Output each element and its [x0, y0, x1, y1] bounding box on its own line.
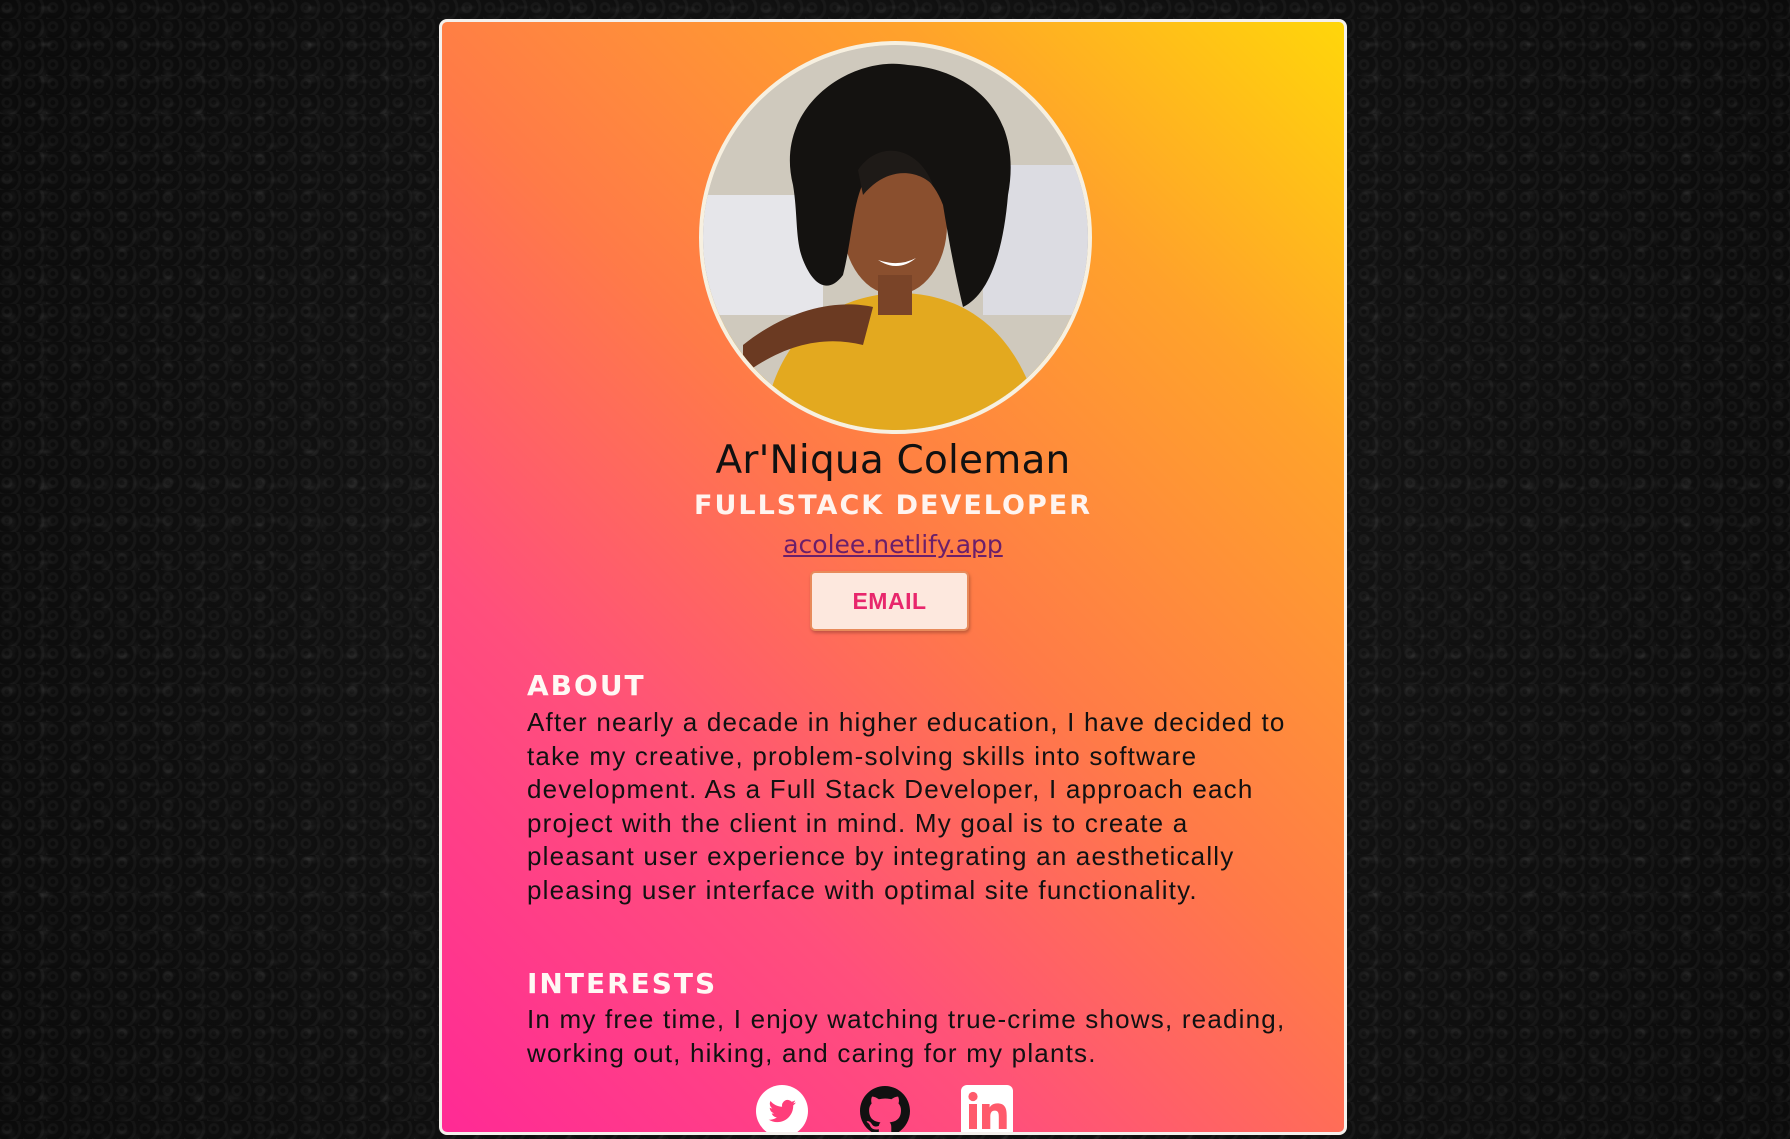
interests-heading: INTERESTS [527, 967, 718, 1000]
interests-text: In my free time, I enjoy watching true-c… [527, 1004, 1286, 1068]
profile-role: FULLSTACK DEVELOPER [694, 490, 1092, 521]
about-heading: ABOUT [527, 669, 646, 702]
profile-photo [699, 41, 1092, 434]
email-button[interactable]: EMAIL [810, 571, 969, 631]
linkedin-icon [961, 1085, 1013, 1132]
website-link[interactable]: acolee.netlify.app [442, 531, 1344, 559]
profile-name: Ar'Niqua Coleman [715, 438, 1071, 483]
twitter-icon [756, 1085, 808, 1132]
about-text: After nearly a decade in higher educatio… [527, 707, 1286, 905]
linkedin-link[interactable] [960, 1084, 1014, 1132]
profile-photo-illustration [703, 45, 1088, 430]
github-link[interactable] [858, 1084, 912, 1132]
twitter-link[interactable] [755, 1084, 809, 1132]
profile-card: Ar'Niqua Coleman FULLSTACK DEVELOPER aco… [439, 19, 1347, 1135]
github-icon [860, 1086, 910, 1132]
social-links [442, 1084, 1344, 1132]
